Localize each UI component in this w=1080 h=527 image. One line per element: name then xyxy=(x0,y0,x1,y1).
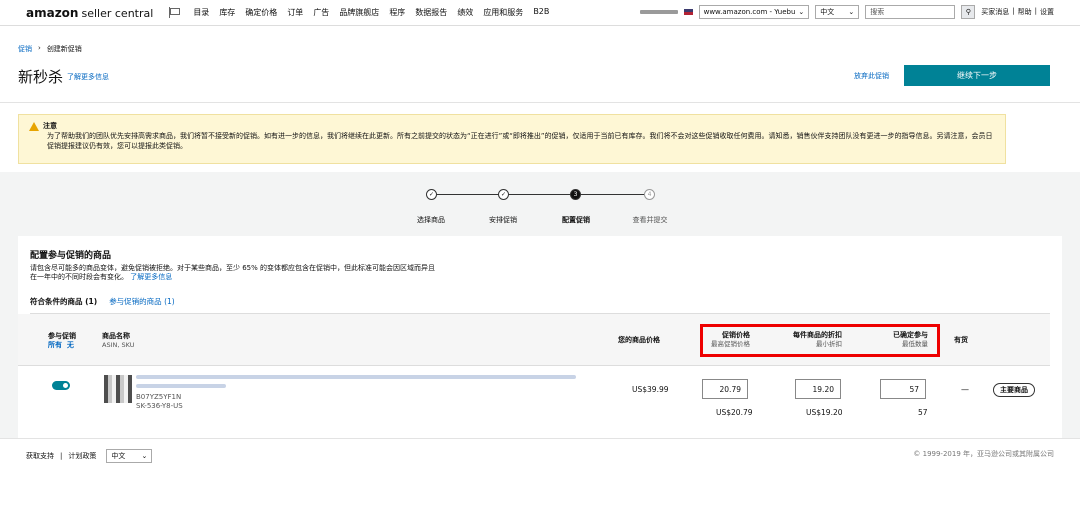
search-input[interactable]: 搜索 xyxy=(865,5,956,19)
deal-price-input[interactable]: 20.79 xyxy=(702,379,748,399)
flag-icon[interactable] xyxy=(169,7,181,18)
committed-quantity-input[interactable]: 57 xyxy=(880,379,926,399)
step-line xyxy=(436,194,647,195)
chevron-down-icon: ⌄ xyxy=(848,8,855,16)
buyer-messages-link[interactable]: 买家消息 xyxy=(981,7,1009,17)
footer-language-value: 中文 xyxy=(111,452,126,460)
section-desc-text: 请包含尽可能多的商品变体，避免促销被拒绝。对于某些商品，至少 65% 的变体都应… xyxy=(30,264,436,281)
search-button[interactable]: ⚲ xyxy=(961,5,976,19)
main-nav: 目录 库存 确定价格 订单 广告 品牌旗舰店 程序 数据报告 绩效 应用和服务 … xyxy=(193,7,549,18)
nav-performance[interactable]: 绩效 xyxy=(457,7,473,18)
highlight-box xyxy=(700,324,940,357)
language-select[interactable]: 中文 ⌄ xyxy=(815,5,860,19)
footer: 获取支持 | 计划政策 中文 ⌄ © 1999-2019 年，亚马逊公司或其附属… xyxy=(0,438,1080,468)
section-title: 配置参与促销的商品 xyxy=(30,251,112,261)
get-support-link[interactable]: 获取支持 xyxy=(26,451,54,461)
product-asin: B07YZ5YF1N xyxy=(136,393,182,401)
select-all-link[interactable]: 所有 xyxy=(48,341,62,349)
search-icon: ⚲ xyxy=(965,8,971,16)
nav-programs[interactable]: 程序 xyxy=(389,7,405,18)
participate-toggle[interactable] xyxy=(52,381,70,390)
product-sku: SK-536-Y8-US xyxy=(136,402,183,410)
step-4-marker: 4 xyxy=(644,189,655,200)
select-none-link[interactable]: 无 xyxy=(67,341,74,349)
notice-banner: 注意 为了帮助我们的团队优先安排高需求商品，我们将暂不接受新的促销。如有进一步的… xyxy=(18,114,1006,164)
col-name: 商品名称 ASIN, SKU xyxy=(102,332,135,349)
step-3-marker: 3 xyxy=(570,189,581,200)
step-2-check-icon: ✓ xyxy=(498,189,509,200)
account-name-blurred xyxy=(639,10,678,14)
nav-inventory[interactable]: 库存 xyxy=(219,7,235,18)
table-row: B07YZ5YF1N SK-536-Y8-US US$39.99 20.79 U… xyxy=(18,367,1050,437)
program-policies-link[interactable]: 计划政策 xyxy=(68,451,96,461)
primary-product-badge: 主要商品 xyxy=(993,383,1035,397)
committed-min: 57 xyxy=(918,408,928,417)
learn-more-link[interactable]: 了解更多信息 xyxy=(67,72,109,82)
section-description: 请包含尽可能多的商品变体，避免促销被拒绝。对于某些商品，至少 65% 的变体都应… xyxy=(30,264,440,282)
abandon-promotion-link[interactable]: 放弃此促销 xyxy=(854,71,889,81)
top-right-controls: www.amazon.com - Yuebu ⌄ 中文 ⌄ 搜索 ⚲ 买家消息 |… xyxy=(639,5,1054,19)
marketplace-select[interactable]: www.amazon.com - Yuebu ⌄ xyxy=(698,5,810,19)
divider xyxy=(0,102,1080,103)
deal-price-max: US$20.79 xyxy=(716,408,753,417)
breadcrumb-sep: › xyxy=(38,44,41,52)
your-price: US$39.99 xyxy=(632,385,669,394)
breadcrumb-promotions[interactable]: 促销 xyxy=(18,44,32,54)
nav-reports[interactable]: 数据报告 xyxy=(415,7,447,18)
discount-input[interactable]: 19.20 xyxy=(795,379,841,399)
step-4-label: 查看并提交 xyxy=(632,216,668,224)
logo-product: seller central xyxy=(81,6,154,20)
top-links: 买家消息 | 帮助 | 设置 xyxy=(981,7,1054,17)
footer-language-select[interactable]: 中文 ⌄ xyxy=(106,449,153,463)
nav-stores[interactable]: 品牌旗舰店 xyxy=(339,7,379,18)
marketplace-value: www.amazon.com - Yuebu xyxy=(703,8,796,16)
top-bar: amazon seller central 目录 库存 确定价格 订单 广告 品… xyxy=(0,0,1080,26)
product-ids: B07YZ5YF1N SK-536-Y8-US xyxy=(136,393,183,411)
col-your-price: 您的商品价格 xyxy=(618,336,660,344)
product-title-blurred[interactable] xyxy=(136,375,576,379)
step-1-check-icon: ✓ xyxy=(426,189,437,200)
notice-title: 注意 xyxy=(43,122,57,130)
configure-products-card: 配置参与促销的商品 请包含尽可能多的商品变体，避免促销被拒绝。对于某些商品，至少… xyxy=(18,236,1062,438)
chevron-down-icon: ⌄ xyxy=(798,8,805,16)
nav-orders[interactable]: 订单 xyxy=(287,7,303,18)
chevron-down-icon: ⌄ xyxy=(141,452,148,460)
notice-body: 为了帮助我们的团队优先安排高需求商品，我们将暂不接受新的促销。如有进一步的信息，… xyxy=(47,132,993,150)
logo-brand: amazon xyxy=(26,5,79,20)
continue-button[interactable]: 继续下一步 xyxy=(904,65,1050,86)
product-title-blurred-2 xyxy=(136,384,226,388)
page-title: 新秒杀 xyxy=(18,68,64,86)
nav-catalog[interactable]: 目录 xyxy=(193,7,209,18)
search-placeholder: 搜索 xyxy=(870,8,885,16)
step-1-label[interactable]: 选择商品 xyxy=(417,215,445,225)
section-learn-more-link[interactable]: 了解更多信息 xyxy=(130,273,172,281)
nav-b2b[interactable]: B2B xyxy=(533,7,549,18)
col-participate: 参与促销 所有 无 xyxy=(48,332,76,349)
nav-advertising[interactable]: 广告 xyxy=(313,7,329,18)
logo[interactable]: amazon seller central xyxy=(26,6,153,20)
breadcrumb-current: 创建新促销 xyxy=(46,45,82,53)
language-value: 中文 xyxy=(820,8,835,16)
us-flag-icon xyxy=(683,9,693,15)
progress-steps: ✓ ✓ 3 4 选择商品 安排促销 配置促销 查看并提交 xyxy=(0,186,1080,226)
help-link[interactable]: 帮助 xyxy=(1018,7,1032,17)
settings-link[interactable]: 设置 xyxy=(1040,7,1054,17)
warning-icon xyxy=(29,121,39,131)
copyright: © 1999-2019 年，亚马逊公司或其附属公司 xyxy=(913,450,1054,458)
nav-pricing[interactable]: 确定价格 xyxy=(245,7,277,18)
breadcrumb: 促销 › 创建新促销 xyxy=(18,44,82,54)
product-thumbnail xyxy=(104,375,132,403)
step-2-label[interactable]: 安排促销 xyxy=(489,215,517,225)
in-stock-value: — xyxy=(961,385,969,394)
col-in-stock: 有货 xyxy=(954,336,968,344)
nav-apps[interactable]: 应用和服务 xyxy=(483,7,523,18)
discount-min: US$19.20 xyxy=(806,408,843,417)
step-3-label: 配置促销 xyxy=(562,216,590,224)
